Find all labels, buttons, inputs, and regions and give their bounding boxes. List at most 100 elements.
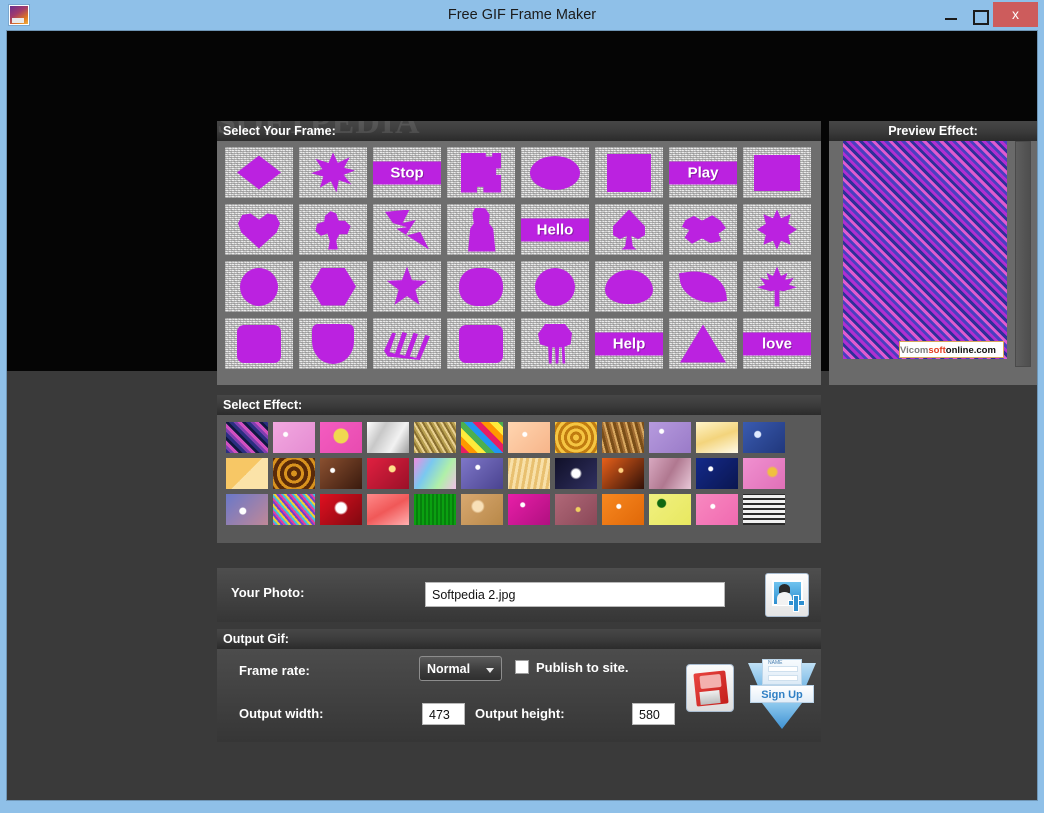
effect-thumb-brown-bokeh[interactable] xyxy=(320,458,362,489)
frame-thumb-square[interactable] xyxy=(595,147,663,198)
frame-thumb-flower[interactable] xyxy=(447,261,515,312)
effect-thumb-tan-bokeh[interactable] xyxy=(461,494,503,525)
effect-thumb-confetti-blue-purple[interactable] xyxy=(226,422,268,453)
frame-thumb-starburst[interactable] xyxy=(299,147,367,198)
window-title: Free GIF Frame Maker xyxy=(447,7,597,23)
sign-up-button[interactable]: NAME Sign Up xyxy=(748,657,816,729)
frame-thumb-rounded-rect[interactable] xyxy=(447,318,515,369)
output-height-input[interactable]: 580 xyxy=(632,703,675,725)
effect-thumb-navy-stars[interactable] xyxy=(696,458,738,489)
maximize-button[interactable] xyxy=(966,2,992,28)
frame-thumb-rounded-square[interactable] xyxy=(225,318,293,369)
publish-to-site-checkbox[interactable] xyxy=(515,660,529,674)
close-button[interactable]: x xyxy=(993,2,1038,27)
signup-card: NAME xyxy=(762,659,802,685)
effect-thumb-bronze-glitter[interactable] xyxy=(602,422,644,453)
frame-thumb-lightning-bolt[interactable] xyxy=(373,204,441,255)
effect-thumb-pink-sparkle-burst[interactable] xyxy=(273,422,315,453)
frame-thumb-person-silhouette[interactable] xyxy=(447,204,515,255)
frame-thumb-love-banner[interactable]: love xyxy=(743,318,811,369)
frame-thumb-label: Play xyxy=(669,161,737,184)
frame-thumb-shape xyxy=(459,324,503,363)
effect-thumb-texture xyxy=(743,494,785,525)
effect-thumb-coral-clouds[interactable] xyxy=(367,494,409,525)
effect-thumb-silver-shimmer[interactable] xyxy=(367,422,409,453)
effect-thumb-mauve-satin[interactable] xyxy=(649,458,691,489)
frame-rate-dropdown[interactable]: Normal xyxy=(419,656,502,681)
badge-part-3: online.com xyxy=(945,345,996,356)
effect-thumb-lime-dots[interactable] xyxy=(649,494,691,525)
frame-thumb-puzzle-piece[interactable] xyxy=(447,147,515,198)
frame-thumb-diamond[interactable] xyxy=(225,147,293,198)
effect-thumb-texture xyxy=(367,458,409,489)
frame-thumb-rectangle[interactable] xyxy=(743,147,811,198)
effect-thumb-red-gold-glitter[interactable] xyxy=(367,458,409,489)
effect-thumb-orange-quad[interactable] xyxy=(226,458,268,489)
frame-thumb-play-banner[interactable]: Play xyxy=(669,147,737,198)
effect-thumb-pink-smiley[interactable] xyxy=(320,422,362,453)
effect-thumb-pastel-rainbow-glow[interactable] xyxy=(414,458,456,489)
effect-thumb-texture xyxy=(226,494,268,525)
effect-thumb-blue-paint-splash[interactable] xyxy=(226,494,268,525)
frame-thumb-ellipse[interactable] xyxy=(521,147,589,198)
effect-thumb-green-grass[interactable] xyxy=(414,494,456,525)
output-height-label: Output height: xyxy=(475,706,565,721)
effect-thumb-bronze-spiral[interactable] xyxy=(273,458,315,489)
frame-thumb-hello-banner[interactable]: Hello xyxy=(521,204,589,255)
effect-thumb-gold-rings[interactable] xyxy=(555,422,597,453)
frame-thumb-triangle[interactable] xyxy=(669,318,737,369)
save-floppy-icon[interactable] xyxy=(686,664,734,712)
effect-thumb-orange-snow[interactable] xyxy=(602,494,644,525)
effect-thumb-music-sheet[interactable] xyxy=(743,494,785,525)
frame-thumb-stop-sign[interactable]: Stop xyxy=(373,147,441,198)
effect-thumb-gold-glitter[interactable] xyxy=(414,422,456,453)
frame-thumb-help-banner[interactable]: Help xyxy=(595,318,663,369)
frame-thumb-gear-circle[interactable] xyxy=(521,261,589,312)
frame-thumb-skull[interactable] xyxy=(521,318,589,369)
frame-thumb-hexagon[interactable] xyxy=(299,261,367,312)
frame-thumb-leaf[interactable] xyxy=(669,261,737,312)
effect-thumb-violet-stars[interactable] xyxy=(461,458,503,489)
frame-thumb-heart[interactable] xyxy=(225,204,293,255)
photo-filename-input[interactable]: Softpedia 2.jpg xyxy=(425,582,725,607)
frame-thumb-five-point-star[interactable] xyxy=(373,261,441,312)
app-window: Free GIF Frame Maker x SOFTPEDIA Select … xyxy=(0,0,1044,813)
effect-thumb-blonde-silk[interactable] xyxy=(508,458,550,489)
effect-thumb-red-starburst[interactable] xyxy=(320,494,362,525)
frame-thumb-label: Help xyxy=(595,332,663,355)
preview-scrollbar[interactable] xyxy=(1015,141,1031,367)
effect-thumb-texture xyxy=(414,494,456,525)
effect-thumb-texture xyxy=(414,422,456,453)
output-panel-header: Output Gif: xyxy=(217,629,821,649)
effect-thumb-peach-sparkle[interactable] xyxy=(508,422,550,453)
effect-thumb-texture xyxy=(555,422,597,453)
effect-thumb-orange-fire[interactable] xyxy=(602,458,644,489)
frame-thumb-maple-leaf[interactable] xyxy=(743,261,811,312)
your-photo-panel: Your Photo: Softpedia 2.jpg xyxy=(217,568,821,622)
frame-thumb-club[interactable] xyxy=(299,204,367,255)
minimize-button[interactable] xyxy=(938,2,964,28)
signup-arrow-bottom xyxy=(762,703,802,729)
frame-thumb-cloud[interactable] xyxy=(595,261,663,312)
frame-thumb-circle[interactable] xyxy=(225,261,293,312)
frame-thumb-blob[interactable] xyxy=(669,204,737,255)
frame-thumb-shield[interactable] xyxy=(299,318,367,369)
effect-thumb-rose-dust[interactable] xyxy=(555,494,597,525)
effect-thumb-magenta-glitter[interactable] xyxy=(508,494,550,525)
effect-thumb-night-sparkle[interactable] xyxy=(555,458,597,489)
add-photo-icon[interactable] xyxy=(765,573,809,617)
frame-thumb-eight-point-star[interactable] xyxy=(743,204,811,255)
frame-thumb-scribble[interactable] xyxy=(373,318,441,369)
effect-thumb-cream-glow[interactable] xyxy=(696,422,738,453)
effect-thumb-blue-hearts[interactable] xyxy=(743,422,785,453)
frame-thumb-label: Hello xyxy=(521,218,589,241)
frame-thumb-spade[interactable] xyxy=(595,204,663,255)
frame-panel-header-label: Select Your Frame: xyxy=(223,124,336,138)
signup-name-field xyxy=(768,666,798,672)
effect-thumb-multicolor-confetti[interactable] xyxy=(273,494,315,525)
effect-thumb-rainbow-stripes[interactable] xyxy=(461,422,503,453)
effect-thumb-purple-stars[interactable] xyxy=(649,422,691,453)
effect-thumb-pink-bubbles[interactable] xyxy=(743,458,785,489)
effect-thumb-pink-hearts[interactable] xyxy=(696,494,738,525)
output-width-input[interactable]: 473 xyxy=(422,703,465,725)
